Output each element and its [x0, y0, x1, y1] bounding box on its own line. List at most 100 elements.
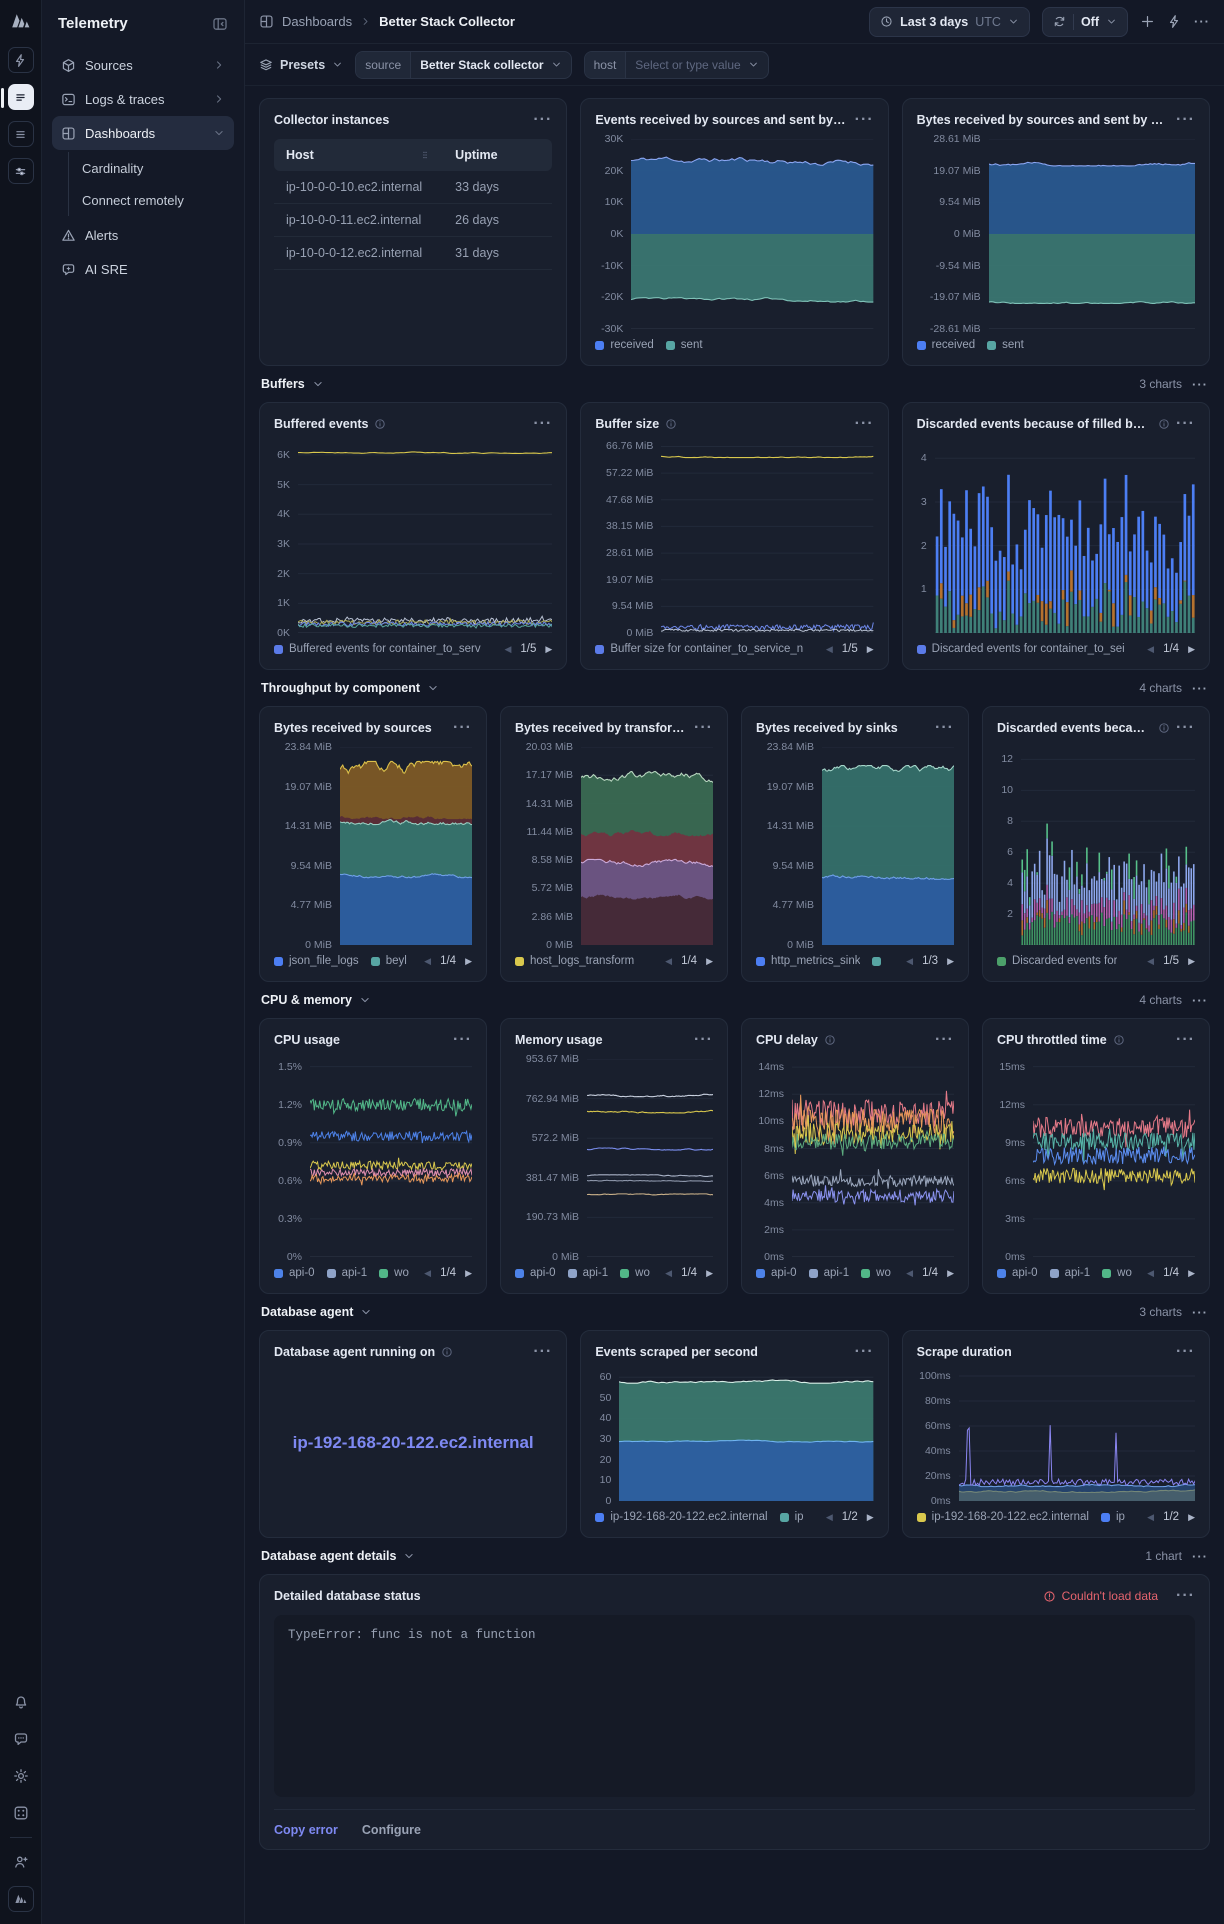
section-title[interactable]: Throughput by component: [261, 681, 420, 695]
legend-item[interactable]: wo: [379, 1267, 409, 1279]
section-options-button[interactable]: ···: [1192, 1549, 1208, 1564]
pager-next-icon[interactable]: ▶: [1188, 1268, 1195, 1279]
pager-prev-icon[interactable]: ◀: [826, 1512, 833, 1523]
legend-pager[interactable]: ◀1/4▶: [1147, 643, 1195, 655]
pager-next-icon[interactable]: ▶: [465, 956, 472, 967]
legend-item[interactable]: wo: [1102, 1267, 1132, 1279]
more-options-button[interactable]: ···: [855, 415, 874, 433]
pager-prev-icon[interactable]: ◀: [906, 956, 913, 967]
pager-next-icon[interactable]: ▶: [1188, 644, 1195, 655]
more-options-button[interactable]: ···: [855, 111, 874, 129]
sidebar-item-logs-traces[interactable]: Logs & traces: [52, 82, 234, 116]
pager-prev-icon[interactable]: ◀: [424, 1268, 431, 1279]
pager-prev-icon[interactable]: ◀: [665, 956, 672, 967]
legend-item[interactable]: ip-192-168-20-122.ec2.internal: [595, 1511, 767, 1523]
legend-pager[interactable]: ◀1/2▶: [1147, 1511, 1195, 1523]
legend-item[interactable]: [872, 957, 887, 966]
legend-item[interactable]: api-0: [515, 1267, 556, 1279]
legend-pager[interactable]: ◀1/4▶: [1147, 1267, 1195, 1279]
legend-item[interactable]: sent: [987, 339, 1024, 351]
legend-item[interactable]: ip-192-168-20-122.ec2.internal: [917, 1511, 1089, 1523]
pager-prev-icon[interactable]: ◀: [1147, 644, 1154, 655]
legend-item[interactable]: wo: [861, 1267, 891, 1279]
legend-item[interactable]: api-0: [274, 1267, 315, 1279]
configure-button[interactable]: Configure: [362, 1823, 421, 1837]
pager-next-icon[interactable]: ▶: [867, 1512, 874, 1523]
legend-pager[interactable]: ◀1/5▶: [826, 643, 874, 655]
more-options-button[interactable]: ···: [533, 111, 552, 129]
legend-pager[interactable]: ◀1/5▶: [504, 643, 552, 655]
more-options-button[interactable]: ···: [694, 1031, 713, 1049]
section-title[interactable]: Database agent: [261, 1305, 353, 1319]
legend-pager[interactable]: ◀1/2▶: [826, 1511, 874, 1523]
legend-item[interactable]: host_logs_transform: [515, 955, 634, 967]
sidebar-item-alerts[interactable]: Alerts: [52, 218, 234, 252]
rail-item-telemetry-active[interactable]: [8, 84, 34, 110]
presets-button[interactable]: Presets: [259, 58, 343, 72]
more-options-button[interactable]: ···: [1176, 1031, 1195, 1049]
legend-item[interactable]: api-0: [997, 1267, 1038, 1279]
section-title[interactable]: Database agent details: [261, 1549, 396, 1563]
more-options-button[interactable]: ···: [935, 1031, 954, 1049]
pager-next-icon[interactable]: ▶: [867, 644, 874, 655]
workspace-avatar[interactable]: [8, 1886, 34, 1912]
pager-next-icon[interactable]: ▶: [947, 956, 954, 967]
legend-pager[interactable]: ◀1/5▶: [1147, 955, 1195, 967]
source-filter[interactable]: source Better Stack collector: [355, 51, 571, 79]
column-header-uptime[interactable]: Uptime: [443, 139, 552, 171]
pager-prev-icon[interactable]: ◀: [665, 1268, 672, 1279]
legend-pager[interactable]: ◀1/3▶: [906, 955, 954, 967]
legend-item[interactable]: ip: [1101, 1511, 1125, 1523]
pager-next-icon[interactable]: ▶: [465, 1268, 472, 1279]
legend-pager[interactable]: ◀1/4▶: [665, 1267, 713, 1279]
notifications-button[interactable]: [8, 1689, 34, 1715]
pager-prev-icon[interactable]: ◀: [1147, 1512, 1154, 1523]
pager-next-icon[interactable]: ▶: [545, 644, 552, 655]
sidebar-item-cardinality[interactable]: Cardinality: [69, 152, 234, 184]
legend-item[interactable]: http_metrics_sink: [756, 955, 860, 967]
pager-prev-icon[interactable]: ◀: [504, 644, 511, 655]
more-options-button[interactable]: ···: [533, 415, 552, 433]
section-options-button[interactable]: ···: [1192, 1305, 1208, 1320]
feedback-button[interactable]: [8, 1726, 34, 1752]
legend-item[interactable]: received: [917, 339, 975, 351]
more-options-button[interactable]: ···: [1176, 1343, 1195, 1361]
invite-user-button[interactable]: [8, 1849, 34, 1875]
host-filter[interactable]: host Select or type value: [584, 51, 769, 79]
section-title[interactable]: Buffers: [261, 377, 305, 391]
pager-next-icon[interactable]: ▶: [706, 956, 713, 967]
pager-prev-icon[interactable]: ◀: [424, 956, 431, 967]
more-options-button[interactable]: ···: [1176, 1587, 1195, 1605]
refresh-control[interactable]: Off: [1042, 7, 1128, 37]
rail-item-settings[interactable]: [8, 158, 34, 184]
legend-item[interactable]: Buffered events for container_to_serv: [274, 643, 481, 655]
pager-next-icon[interactable]: ▶: [947, 1268, 954, 1279]
legend-item[interactable]: api-1: [568, 1267, 609, 1279]
legend-item[interactable]: api-1: [327, 1267, 368, 1279]
section-title[interactable]: CPU & memory: [261, 993, 352, 1007]
apps-button[interactable]: [8, 1800, 34, 1826]
legend-item[interactable]: ip: [780, 1511, 804, 1523]
legend-item[interactable]: Discarded events for container_to_sei: [917, 643, 1125, 655]
copy-error-button[interactable]: Copy error: [274, 1823, 338, 1837]
section-options-button[interactable]: ···: [1192, 377, 1208, 392]
more-options-button[interactable]: ···: [1176, 719, 1195, 737]
more-options-button[interactable]: ···: [533, 1343, 552, 1361]
more-options-button[interactable]: ···: [453, 1031, 472, 1049]
legend-pager[interactable]: ◀1/4▶: [424, 1267, 472, 1279]
legend-item[interactable]: wo: [620, 1267, 650, 1279]
quick-actions-button[interactable]: [1167, 14, 1182, 29]
column-header-host[interactable]: Host: [274, 139, 443, 171]
rail-item-docs[interactable]: [8, 121, 34, 147]
pager-next-icon[interactable]: ▶: [1188, 1512, 1195, 1523]
pager-prev-icon[interactable]: ◀: [826, 644, 833, 655]
sidebar-collapse-button[interactable]: [212, 16, 228, 32]
sidebar-item-sources[interactable]: Sources: [52, 48, 234, 82]
rail-item-uptime[interactable]: [8, 47, 34, 73]
legend-pager[interactable]: ◀1/4▶: [906, 1267, 954, 1279]
legend-item[interactable]: json_file_logs: [274, 955, 359, 967]
pager-prev-icon[interactable]: ◀: [1147, 1268, 1154, 1279]
more-options-button[interactable]: ···: [453, 719, 472, 737]
legend-item[interactable]: Discarded events for: [997, 955, 1117, 967]
more-options-button[interactable]: ···: [1194, 14, 1210, 29]
